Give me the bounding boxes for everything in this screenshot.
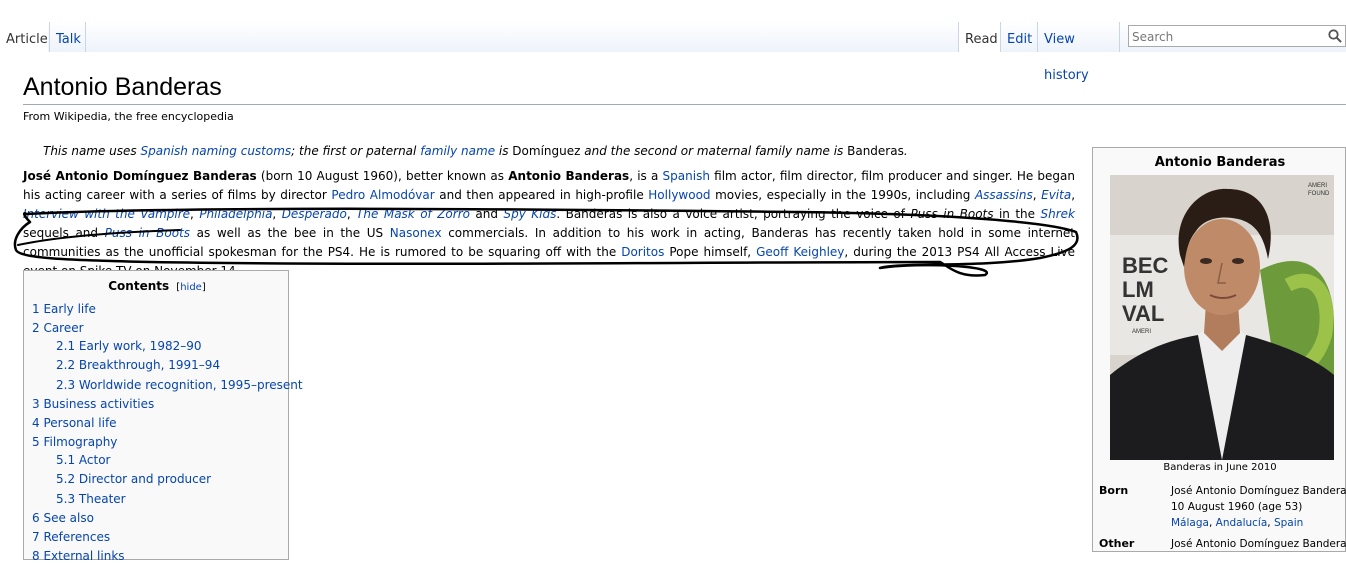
search-box	[1128, 25, 1346, 47]
born-date: 10 August 1960 (age 53)	[1171, 501, 1303, 513]
toc-item-career[interactable]: 2 Career	[32, 321, 84, 335]
link-desperado[interactable]: Desperado	[282, 207, 347, 221]
intro-text: ,	[190, 207, 200, 221]
toc-item-early-life[interactable]: 1 Early life	[32, 302, 96, 316]
born-label: Born	[1099, 484, 1129, 497]
tagline: From Wikipedia, the free encyclopedia	[23, 110, 234, 123]
link-assassins[interactable]: Assassins	[975, 188, 1033, 202]
toc-item-external-links[interactable]: 8 External links	[32, 549, 125, 563]
search-input[interactable]	[1132, 28, 1322, 46]
born-name: José Antonio Domínguez Banderas	[1171, 485, 1346, 497]
toc-header: Contents [hide]	[108, 279, 206, 293]
photo-caption: Banderas in June 2010	[1163, 462, 1277, 473]
link-interview-with-the-vampire[interactable]: Interview with the Vampire	[23, 207, 190, 221]
link-andalucia[interactable]: Andalucía	[1216, 517, 1268, 529]
born-place: Málaga, Andalucía, Spain	[1171, 515, 1303, 531]
infobox: Antonio Banderas BEC LM VAL AMERI AMERI …	[1092, 147, 1346, 552]
table-of-contents: Contents [hide] 1 Early life 2 Career 2.…	[23, 270, 303, 563]
tab-view-history[interactable]: View history	[1037, 22, 1120, 83]
born-place-separator: ,	[1267, 517, 1274, 529]
hatnote-name: Domínguez	[512, 144, 581, 158]
toc-item-references[interactable]: 7 References	[32, 530, 110, 544]
link-evita[interactable]: Evita	[1041, 188, 1071, 202]
toc-item-worldwide-recognition[interactable]: 2.3 Worldwide recognition, 1995–present	[56, 378, 303, 392]
hatnote-text: is	[495, 144, 513, 158]
tab-edit[interactable]: Edit	[1000, 22, 1037, 52]
portrait-photo[interactable]: BEC LM VAL AMERI AMERI FOUND	[1110, 175, 1334, 460]
link-malaga[interactable]: Málaga	[1171, 517, 1209, 529]
link-doritos[interactable]: Doritos	[621, 245, 664, 259]
born-place-separator: ,	[1208, 517, 1216, 529]
intro-text: and	[469, 207, 504, 221]
page-title: Antonio Banderas	[23, 73, 222, 101]
tab-talk[interactable]: Talk	[49, 22, 86, 52]
hatnote-text: This name uses	[43, 144, 141, 158]
backdrop-text: LM	[1122, 277, 1154, 302]
link-spanish[interactable]: Spanish	[663, 169, 710, 183]
other-value: José Antonio Domínguez Banderas	[1171, 538, 1346, 550]
toc-title: Contents	[108, 279, 170, 293]
toc-item-breakthrough[interactable]: 2.2 Breakthrough, 1991–94	[56, 358, 220, 372]
link-philadelphia[interactable]: Philadelphia	[199, 207, 272, 221]
intro-paragraph: José Antonio Domínguez Banderas (born 10…	[23, 167, 1075, 281]
intro-text: , is a	[629, 169, 663, 183]
other-label: Other	[1099, 537, 1135, 550]
backdrop-text: FOUND	[1308, 191, 1330, 197]
toc-item-business-activities[interactable]: 3 Business activities	[32, 397, 154, 411]
hatnote: This name uses Spanish naming customs; t…	[43, 144, 908, 158]
tab-article[interactable]: Article	[0, 22, 48, 52]
intro-text: (born 10 August 1960), better known as	[256, 169, 509, 183]
backdrop-text: AMERI	[1308, 183, 1327, 189]
link-puss-in-boots-film[interactable]: Puss in Boots	[105, 226, 190, 240]
link-the-mask-of-zorro[interactable]: The Mask of Zorro	[356, 207, 470, 221]
intro-text: in the	[993, 207, 1041, 221]
toc-item-filmography[interactable]: 5 Filmography	[32, 435, 117, 449]
toc-item-personal-life[interactable]: 4 Personal life	[32, 416, 117, 430]
full-name: José Antonio Domínguez Banderas	[23, 169, 257, 183]
link-hollywood[interactable]: Hollywood	[648, 188, 710, 202]
link-spy-kids[interactable]: Spy Kids	[503, 207, 556, 221]
toc-item-actor[interactable]: 5.1 Actor	[56, 453, 110, 467]
infobox-title: Antonio Banderas	[1154, 155, 1286, 170]
puss-in-boots-character: Puss in Boots	[910, 207, 994, 221]
toc-item-theater[interactable]: 5.3 Theater	[56, 492, 126, 506]
intro-text: . Banderas is also a voice artist, portr…	[556, 207, 911, 221]
toc-hide-link[interactable]: hide	[180, 282, 202, 293]
toc-item-director-producer[interactable]: 5.2 Director and producer	[56, 472, 211, 486]
tab-read[interactable]: Read	[958, 22, 1000, 52]
backdrop-text: VAL	[1122, 301, 1164, 326]
intro-text: ,	[1071, 188, 1076, 202]
toc-item-see-also[interactable]: 6 See also	[32, 511, 94, 525]
known-name: Antonio Banderas	[508, 169, 630, 183]
hatnote-text: and the second or maternal family name i…	[580, 144, 848, 158]
search-icon[interactable]	[1327, 28, 1343, 44]
backdrop-text: BEC	[1122, 253, 1169, 278]
link-shrek[interactable]: Shrek	[1040, 207, 1075, 221]
toc-item-early-work[interactable]: 2.1 Early work, 1982–90	[56, 339, 202, 353]
backdrop-text: AMERI	[1132, 329, 1151, 335]
intro-text: and then appeared in high-profile	[434, 188, 649, 202]
intro-text: ,	[1032, 188, 1042, 202]
intro-text: ,	[346, 207, 357, 221]
title-divider	[23, 104, 1346, 105]
intro-text: as well as the bee in the US	[190, 226, 390, 240]
link-spanish-naming-customs[interactable]: Spanish naming customs	[141, 144, 292, 158]
link-family-name[interactable]: family name	[420, 144, 495, 158]
hatnote-text: .	[903, 144, 908, 158]
hatnote-name: Banderas	[847, 144, 904, 158]
link-spain[interactable]: Spain	[1274, 517, 1303, 529]
link-nasonex[interactable]: Nasonex	[390, 226, 442, 240]
link-pedro-almodovar[interactable]: Pedro Almodóvar	[331, 188, 434, 202]
portrait-image: BEC LM VAL AMERI AMERI FOUND	[1110, 175, 1334, 460]
intro-text: sequels and	[23, 226, 105, 240]
intro-text: Pope himself,	[664, 245, 757, 259]
link-geoff-keighley[interactable]: Geoff Keighley	[756, 245, 844, 259]
intro-text: movies, especially in the 1990s, includi…	[710, 188, 975, 202]
intro-text: ,	[272, 207, 282, 221]
hatnote-text: ; the first or paternal	[291, 144, 421, 158]
